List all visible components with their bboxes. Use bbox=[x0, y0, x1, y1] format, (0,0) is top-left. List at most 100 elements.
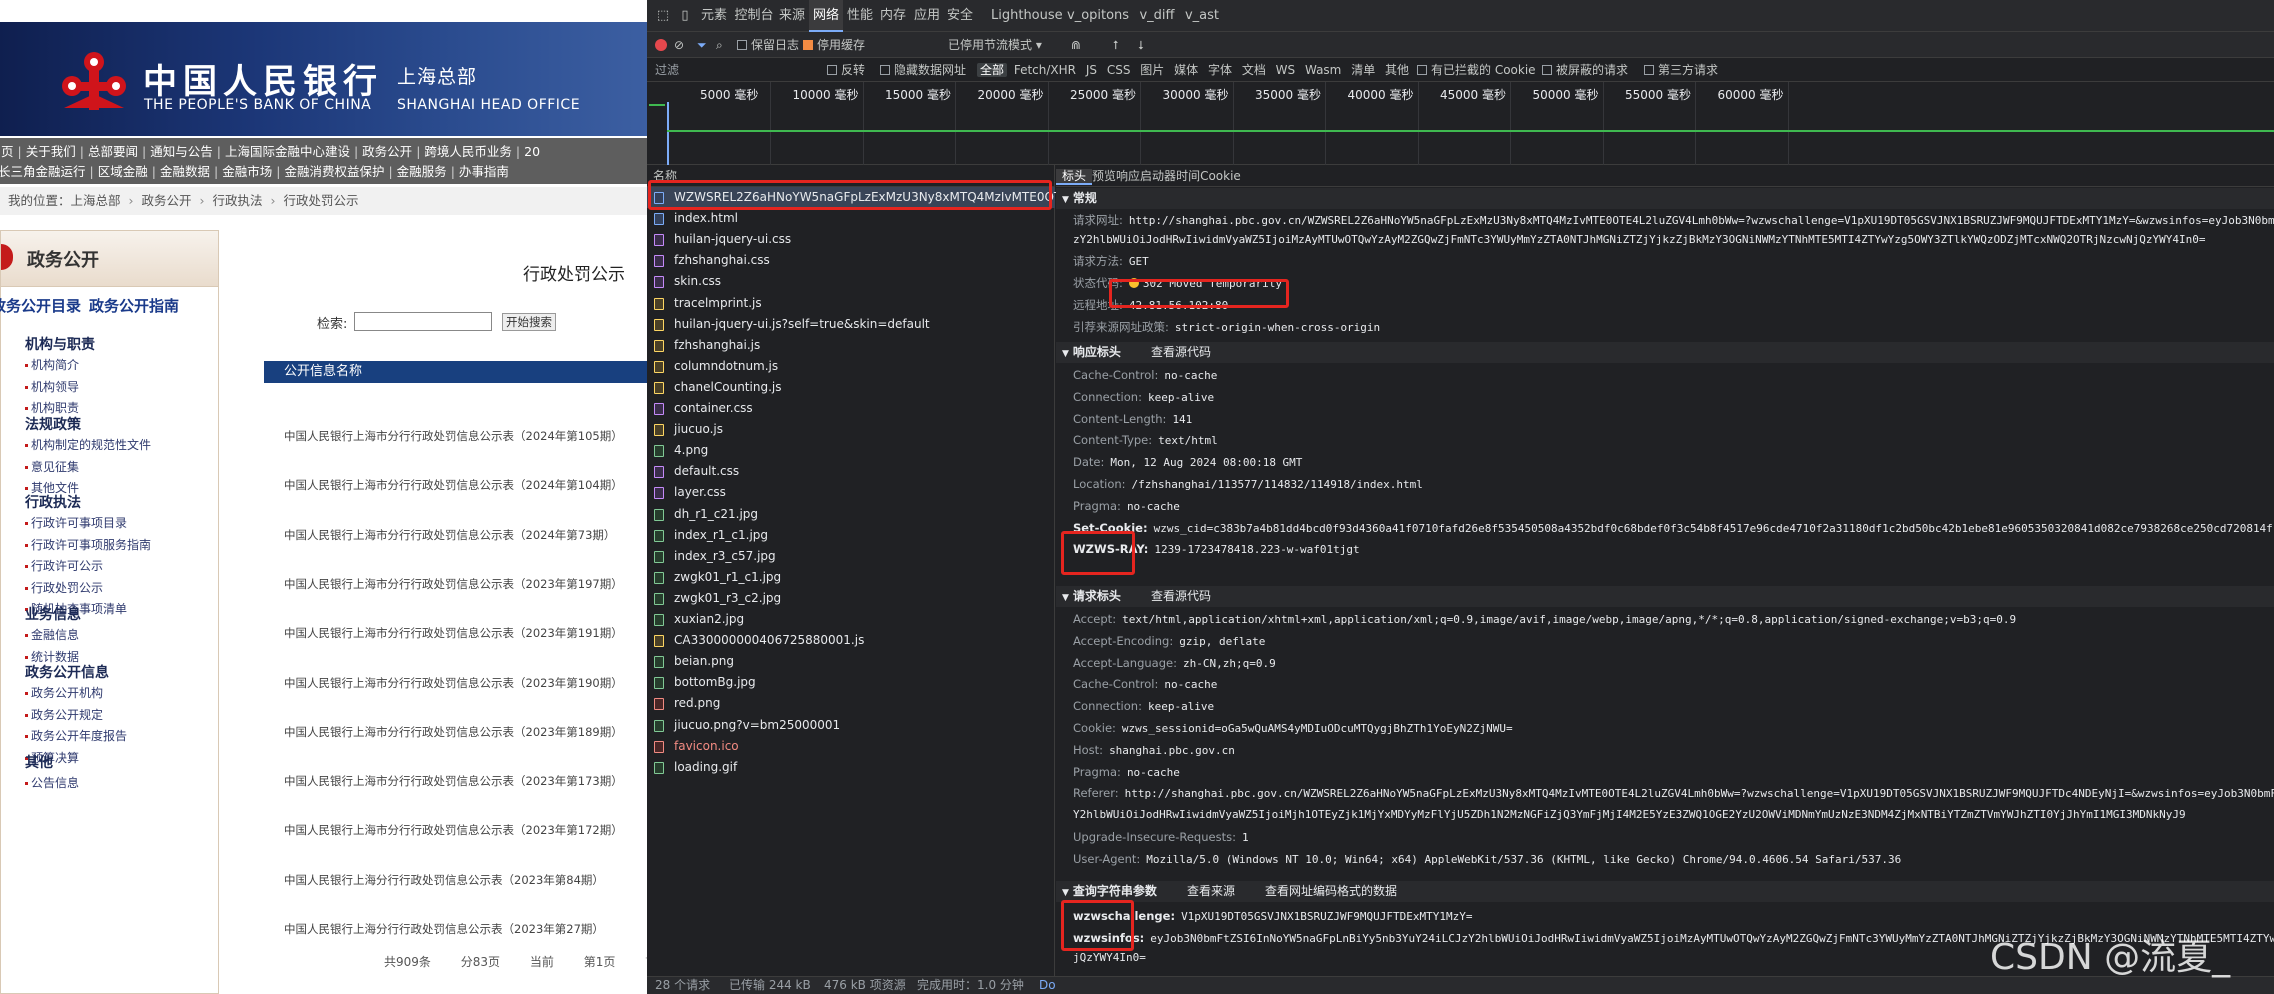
request-row[interactable]: xuxian2.jpg bbox=[647, 609, 1055, 630]
view-source-link[interactable]: 查看源代码 bbox=[1151, 345, 1211, 359]
notice-link[interactable]: 中国人民银行上海市分行行政处罚信息公示表（2023年第172期） bbox=[284, 822, 623, 838]
notice-link[interactable]: 中国人民银行上海市分行行政处罚信息公示表（2024年第105期） bbox=[284, 428, 623, 444]
type-filter-chip[interactable]: 清单 bbox=[1348, 63, 1378, 77]
request-row[interactable]: favicon.ico bbox=[647, 736, 1055, 757]
request-row[interactable]: jiucuo.js bbox=[647, 419, 1055, 440]
request-row[interactable]: huilan-jquery-ui.css bbox=[647, 229, 1055, 250]
request-row[interactable]: jiucuo.png?v=bm25000001 bbox=[647, 715, 1055, 736]
nav-link[interactable]: 区域金融 bbox=[94, 164, 152, 179]
devtools-tab[interactable]: 内存 bbox=[877, 0, 909, 32]
breadcrumb-item[interactable]: 行政执法 bbox=[213, 193, 263, 208]
sidebar-item[interactable]: 机构领导 bbox=[25, 378, 79, 395]
nav-link[interactable]: 跨境人民币业务 bbox=[420, 144, 516, 159]
clear-icon[interactable]: ⊘ bbox=[674, 37, 684, 53]
detail-tab[interactable]: 时间 bbox=[1176, 169, 1200, 183]
response-headers-header[interactable]: ▼ 响应标头 查看源代码 bbox=[1056, 342, 2274, 363]
devtools-tab[interactable]: 元素 bbox=[697, 0, 731, 32]
type-filter-chip[interactable]: 全部 bbox=[977, 63, 1008, 77]
request-row[interactable]: fzhshanghai.js bbox=[647, 335, 1055, 356]
nav-link[interactable]: 通知与公告 bbox=[146, 144, 217, 159]
request-row[interactable]: columndotnum.js bbox=[647, 356, 1055, 377]
request-row[interactable]: tracelmprint.js bbox=[647, 293, 1055, 314]
devtools-tab[interactable]: 控制台 bbox=[733, 0, 775, 32]
device-toggle-icon[interactable]: ▯ bbox=[677, 8, 693, 24]
nav-link[interactable]: 金融市场 bbox=[218, 164, 276, 179]
sidebar-item[interactable]: 行政许可公示 bbox=[25, 557, 103, 574]
type-filter-chip[interactable]: 字体 bbox=[1205, 63, 1235, 77]
sidebar-section-title[interactable]: 业务信息 bbox=[25, 604, 81, 624]
devtools-tab[interactable]: 网络 bbox=[809, 0, 843, 32]
sidebar-section-title[interactable]: 机构与职责 bbox=[25, 334, 95, 354]
type-filter-chip[interactable]: WS bbox=[1273, 63, 1298, 77]
request-row[interactable]: 4.png bbox=[647, 440, 1055, 461]
request-row[interactable]: zwgk01_r3_c2.jpg bbox=[647, 588, 1055, 609]
view-source-link[interactable]: 查看来源 bbox=[1187, 884, 1235, 898]
general-section-header[interactable]: ▼ 常规 bbox=[1056, 188, 2274, 209]
nav-link[interactable]: 20 bbox=[520, 144, 544, 159]
nav-link[interactable]: 长三角金融运行 bbox=[0, 164, 90, 179]
devtools-tab[interactable]: v_ast bbox=[1182, 0, 1222, 32]
network-timeline-overview[interactable]: 5000 毫秒 10000 毫秒 15000 毫秒 20000 毫秒 25000 毫秒 3… bbox=[647, 82, 2274, 165]
link-gov-guide[interactable]: 政务公开指南 bbox=[89, 297, 179, 315]
link-gov-catalog[interactable]: 政务公开目录 bbox=[0, 297, 81, 315]
import-har-icon[interactable]: ⭡ bbox=[1113, 37, 1119, 53]
breadcrumb-item[interactable]: 行政处罚公示 bbox=[284, 193, 359, 208]
sidebar-item[interactable]: 政务公开年度报告 bbox=[25, 727, 127, 744]
request-row[interactable]: huilan-jquery-ui.js?self=true&skin=defau… bbox=[647, 314, 1055, 335]
type-filter-chip[interactable]: 媒体 bbox=[1171, 63, 1201, 77]
sidebar-section-title[interactable]: 行政执法 bbox=[25, 492, 81, 512]
devtools-tab[interactable]: v_diff bbox=[1137, 0, 1177, 32]
nav-link[interactable]: 金融消费权益保护 bbox=[280, 164, 388, 179]
nav-link[interactable]: 金融服务 bbox=[393, 164, 451, 179]
nav-link[interactable]: 总部要闻 bbox=[84, 144, 142, 159]
filter-icon[interactable]: ⏷ bbox=[697, 37, 707, 53]
sidebar-section-title[interactable]: 法规政策 bbox=[25, 414, 81, 434]
record-icon[interactable] bbox=[655, 39, 667, 51]
type-filter-chip[interactable]: CSS bbox=[1104, 63, 1134, 77]
inspect-icon[interactable]: ⬚ bbox=[655, 8, 671, 24]
nav-link[interactable]: 政务公开 bbox=[358, 144, 416, 159]
request-row[interactable]: fzhshanghai.css bbox=[647, 250, 1055, 271]
request-row[interactable]: index.html bbox=[647, 208, 1055, 229]
breadcrumb-item[interactable]: 政务公开 bbox=[142, 193, 192, 208]
preserve-log-checkbox[interactable]: 保留日志 bbox=[737, 37, 799, 53]
request-row[interactable]: beian.png bbox=[647, 651, 1055, 672]
search-input[interactable] bbox=[354, 312, 492, 331]
nav-link[interactable]: 金融数据 bbox=[156, 164, 214, 179]
detail-tab[interactable]: 启动器 bbox=[1140, 169, 1176, 183]
request-row[interactable]: red.png bbox=[647, 693, 1055, 714]
devtools-tab[interactable]: 来源 bbox=[776, 0, 808, 32]
nav-link[interactable]: 办事指南 bbox=[455, 164, 513, 179]
request-row[interactable]: container.css bbox=[647, 398, 1055, 419]
request-row[interactable]: index_r3_c57.jpg bbox=[647, 546, 1055, 567]
request-row[interactable]: bottomBg.jpg bbox=[647, 672, 1055, 693]
notice-link[interactable]: 中国人民银行上海分行行政处罚信息公示表（2023年第84期） bbox=[284, 872, 604, 888]
devtools-tab[interactable]: 应用 bbox=[911, 0, 943, 32]
request-row[interactable]: chanelCounting.js bbox=[647, 377, 1055, 398]
nav-link[interactable]: 上海国际金融中心建设 bbox=[221, 144, 354, 159]
view-source-link[interactable]: 查看源代码 bbox=[1151, 589, 1211, 603]
detail-tab[interactable]: Cookie bbox=[1200, 169, 1241, 183]
sidebar-section-title[interactable]: 政务公开信息 bbox=[25, 662, 109, 682]
sidebar-item[interactable]: 机构制定的规范性文件 bbox=[25, 436, 151, 453]
search-button[interactable]: 开始搜索 bbox=[502, 313, 556, 331]
view-url-encoded-link[interactable]: 查看网址编码格式的数据 bbox=[1265, 884, 1397, 898]
export-har-icon[interactable]: ⭣ bbox=[1138, 37, 1144, 53]
sidebar-item[interactable]: 意见征集 bbox=[25, 458, 79, 475]
sidebar-item[interactable]: 机构简介 bbox=[25, 356, 79, 373]
notice-link[interactable]: 中国人民银行上海市分行行政处罚信息公示表（2023年第191期） bbox=[284, 625, 623, 641]
disable-cache-checkbox[interactable]: 停用缓存 bbox=[803, 37, 865, 53]
request-row[interactable]: CA330000000406725880001.js bbox=[647, 630, 1055, 651]
notice-link[interactable]: 中国人民银行上海市分行行政处罚信息公示表（2023年第173期） bbox=[284, 773, 623, 789]
request-row[interactable]: default.css bbox=[647, 461, 1055, 482]
third-party-checkbox[interactable]: 第三方请求 bbox=[1644, 62, 1718, 78]
query-params-header[interactable]: ▼ 查询字符串参数 查看来源 查看网址编码格式的数据 bbox=[1056, 881, 2274, 902]
type-filter-chip[interactable]: 其他 bbox=[1382, 63, 1412, 77]
request-row[interactable]: zwgk01_r1_c1.jpg bbox=[647, 567, 1055, 588]
detail-tab[interactable]: 标头 bbox=[1056, 169, 1093, 185]
sidebar-item[interactable]: 公告信息 bbox=[25, 774, 79, 791]
type-filter-chip[interactable]: 文档 bbox=[1239, 63, 1269, 77]
sidebar-item[interactable]: 金融信息 bbox=[25, 626, 79, 643]
blocked-cookies-checkbox[interactable]: 有已拦截的 Cookie bbox=[1417, 62, 1536, 78]
sidebar-item[interactable]: 行政处罚公示 bbox=[25, 579, 103, 596]
